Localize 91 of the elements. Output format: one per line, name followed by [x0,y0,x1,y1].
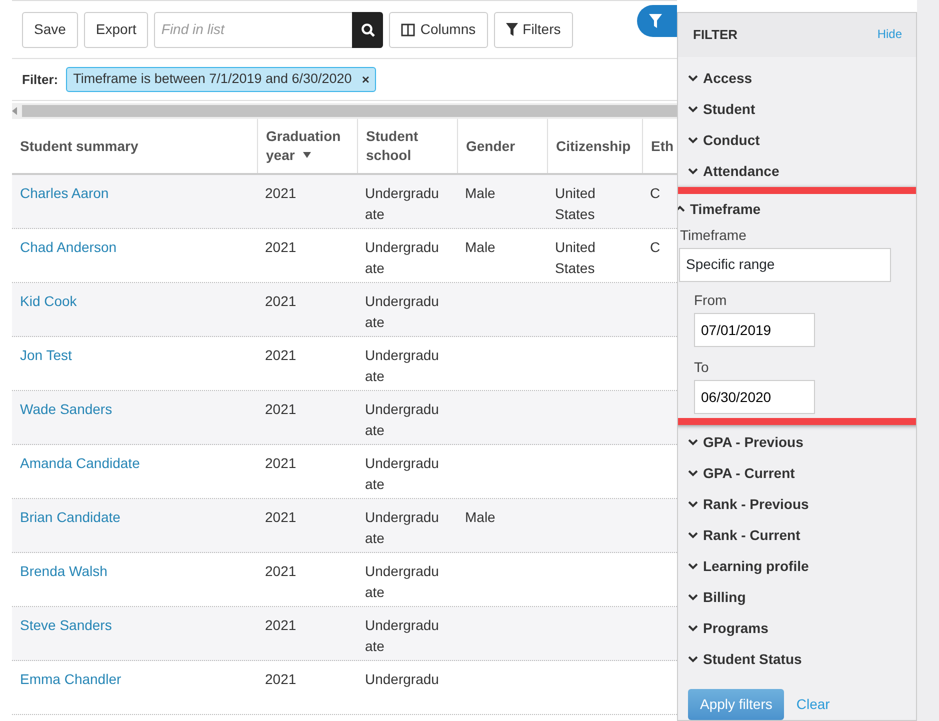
student-name-link[interactable]: Chad Anderson [20,239,117,255]
export-button[interactable]: Export [84,12,148,48]
student-name-link[interactable]: Kid Cook [20,293,77,309]
filter-label: Filter: [22,70,58,89]
chevron-down-icon [688,624,698,632]
table-cell: 2021 [265,347,296,363]
column-header[interactable]: Gender [457,119,547,173]
to-date-field[interactable]: 06/30/2020 [694,380,815,414]
student-name-link[interactable]: Brian Candidate [20,509,120,525]
student-name-link[interactable]: Wade Sanders [20,401,112,417]
student-name-link[interactable]: Jon Test [20,347,72,363]
field-label: From [694,290,728,310]
table-cell: Undergradu ate [365,239,439,276]
filter-section-header[interactable]: Rank - Current [688,520,906,550]
table-cell: C [650,239,660,255]
table-cell: Male [465,185,496,201]
chevron-down-icon [688,438,698,446]
chevron-down-icon [688,74,698,82]
columns-button[interactable]: Columns [389,12,488,48]
filter-chip-text: Timeframe is between 7/1/2019 and 6/30/2020 [73,70,352,88]
scroll-left-icon[interactable] [12,107,18,115]
filter-toggle-button[interactable] [637,5,677,37]
table-cell: Male [465,509,496,525]
filter-section-header[interactable]: Billing [688,582,906,612]
filter-section-header[interactable]: Timeframe [678,194,909,224]
filter-icon [649,14,662,28]
chevron-down-icon [688,531,698,539]
filter-section-header[interactable]: Student [688,94,906,124]
table-cell: Undergradu ate [365,617,439,654]
search-icon [360,22,375,36]
filter-section-header[interactable]: Access [688,62,906,94]
filter-icon [506,23,518,36]
table-cell: Male [465,239,496,255]
chevron-down-icon [688,167,698,175]
chevron-down-icon [688,469,698,477]
panel-title: FILTER [693,26,738,44]
table-cell: Undergradu ate [365,401,439,438]
table-cell: United States [555,239,596,276]
table-cell: Undergradu ate [365,347,439,384]
horizontal-scrollbar[interactable] [12,103,677,119]
save-button[interactable]: Save [22,12,78,48]
table-cell: 2021 [265,617,296,633]
student-name-link[interactable]: Charles Aaron [20,185,109,201]
table-cell: United States [555,185,596,222]
chevron-down-icon [688,593,698,601]
filter-section-header[interactable]: Programs [688,612,906,644]
table-cell: 2021 [265,293,296,309]
table-cell: Undergradu ate [365,185,439,222]
chevron-down-icon [688,105,698,113]
column-header[interactable]: Student school [357,119,457,173]
filter-section-header[interactable]: Learning profile [688,550,906,582]
table-cell: Undergradu ate [365,293,439,330]
filters-button[interactable]: Filters [494,12,573,48]
timeframe-select[interactable]: Specific range [679,248,891,282]
field-label: Timeframe [680,226,748,244]
student-name-link[interactable]: Steve Sanders [20,617,112,633]
column-header[interactable]: Student summary [12,119,257,173]
columns-icon [401,22,416,36]
search-field[interactable]: Find in list [154,12,352,48]
filter-section-header[interactable]: Student Status [688,644,906,674]
table-cell: 2021 [265,239,296,255]
chevron-up-icon [678,205,685,213]
table-cell: 2021 [265,185,296,201]
filter-section-header[interactable]: GPA - Previous [688,426,906,458]
table-cell: 2021 [265,509,296,525]
table-cell: Undergradu ate [365,563,439,600]
student-name-link[interactable]: Brenda Walsh [20,563,108,579]
table-cell: 2021 [265,563,296,579]
table-cell: 2021 [265,671,296,687]
column-header[interactable]: Graduation year [257,119,357,173]
column-header[interactable]: Citizenship [547,119,642,173]
field-label: To [694,358,710,376]
student-name-link[interactable]: Amanda Candidate [20,455,140,471]
chevron-down-icon [688,136,698,144]
table-cell: Undergradu [365,671,439,687]
table-cell: 2021 [265,455,296,471]
filter-section-header[interactable]: Conduct [688,124,906,156]
student-name-link[interactable]: Emma Chandler [20,671,122,687]
filter-section-header[interactable]: Rank - Previous [688,488,906,520]
table-cell: 2021 [265,401,296,417]
chevron-down-icon [688,655,698,663]
table-cell: Undergradu ate [365,509,439,546]
table-cell: C [650,185,660,201]
filter-section-header[interactable]: Attendance [688,156,906,186]
table-cell: Undergradu ate [365,455,439,492]
chevron-down-icon [688,500,698,508]
filter-section-header[interactable]: GPA - Current [688,458,906,488]
remove-filter-button[interactable]: × [362,70,370,90]
search-button[interactable] [352,12,384,48]
chevron-down-icon [688,562,698,570]
from-date-field[interactable]: 07/01/2019 [694,312,815,346]
